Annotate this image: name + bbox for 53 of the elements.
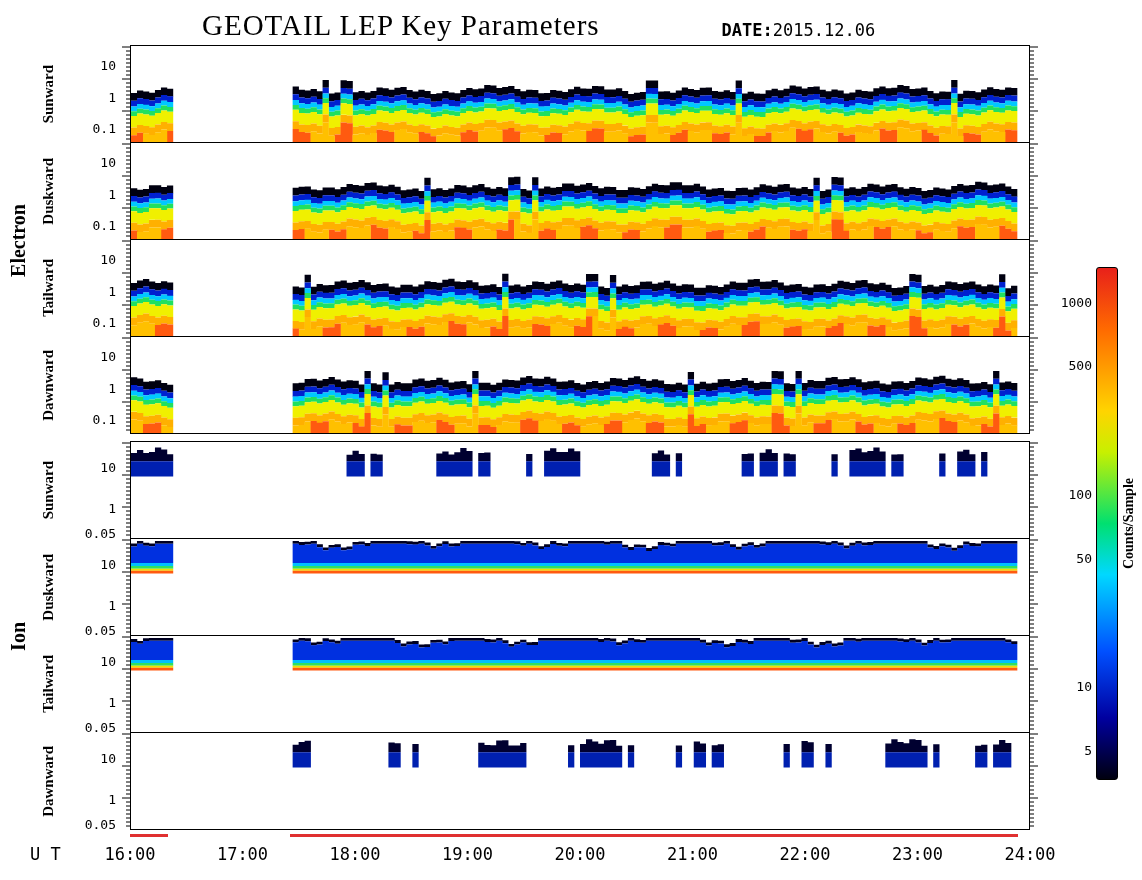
panel-label: Duskward [39, 553, 57, 621]
panel-label: Tailward [39, 259, 57, 317]
colorbar-tick-label: 50 [1076, 550, 1092, 566]
y-tick-label: 1 [108, 597, 116, 613]
panel-label: Tailward [39, 655, 57, 713]
x-tick-label: 16:00 [104, 844, 156, 864]
colorbar-label: Counts/Sample [1121, 478, 1137, 569]
y-tick-label: 1 [108, 500, 116, 516]
y-tick-label: 10 [100, 348, 116, 364]
colorbar-tick-label: 500 [1068, 357, 1092, 373]
x-tick-label: 22:00 [779, 844, 831, 864]
y-tick-label: 1 [108, 283, 116, 299]
y-tick-label: 0.05 [84, 719, 116, 735]
y-tick-label: 10 [100, 154, 116, 170]
x-tick-label: 18:00 [329, 844, 381, 864]
y-tick-label: 1 [108, 380, 116, 396]
x-tick-label: 23:00 [891, 844, 944, 864]
y-tick-label: 0.1 [92, 411, 116, 427]
y-tick-label: 1 [108, 186, 116, 202]
x-tick-label: 17:00 [216, 844, 269, 864]
colorbar-tick-label: 10 [1076, 678, 1092, 694]
panel-label: Sunward [39, 64, 57, 124]
y-tick-label: 1 [108, 694, 116, 710]
colorbar-tick-label: 5 [1084, 742, 1092, 758]
y-tick-label: 10 [100, 750, 116, 766]
panel-label: Duskward [39, 157, 57, 225]
y-tick-label: 0.05 [84, 622, 116, 638]
colorbar-tick-label: 100 [1068, 486, 1092, 502]
y-tick-label: 10 [100, 556, 116, 572]
panel-label: Dawnward [39, 349, 57, 421]
x-tick-label: 19:00 [441, 844, 494, 864]
x-tick-label: 24:00 [1004, 844, 1056, 864]
group-label: Electron [6, 203, 30, 277]
x-axis-label: U T [30, 844, 61, 864]
x-tick-label: 20:00 [554, 844, 606, 864]
x-tick-label: 21:00 [666, 844, 719, 864]
y-tick-label: 1 [108, 791, 116, 807]
y-tick-label: 10 [100, 459, 116, 475]
chart-title: GEOTAIL LEP Key Parameters [202, 9, 600, 42]
panel-label: Sunward [39, 460, 57, 520]
y-tick-label: 0.1 [92, 120, 116, 136]
y-tick-label: 0.1 [92, 314, 116, 330]
y-tick-label: 1 [108, 89, 116, 105]
date-text: DATE:2015.12.06 [721, 20, 876, 42]
y-tick-label: 0.05 [84, 525, 116, 541]
y-tick-label: 10 [100, 57, 116, 73]
panel-label: Dawnward [39, 745, 57, 817]
colorbar-tick-label: 1000 [1060, 294, 1092, 310]
y-tick-label: 0.1 [92, 217, 116, 233]
y-tick-label: 10 [100, 653, 116, 669]
y-tick-label: 10 [100, 251, 116, 267]
y-tick-label: 0.05 [84, 816, 116, 832]
group-label: Ion [6, 621, 30, 651]
